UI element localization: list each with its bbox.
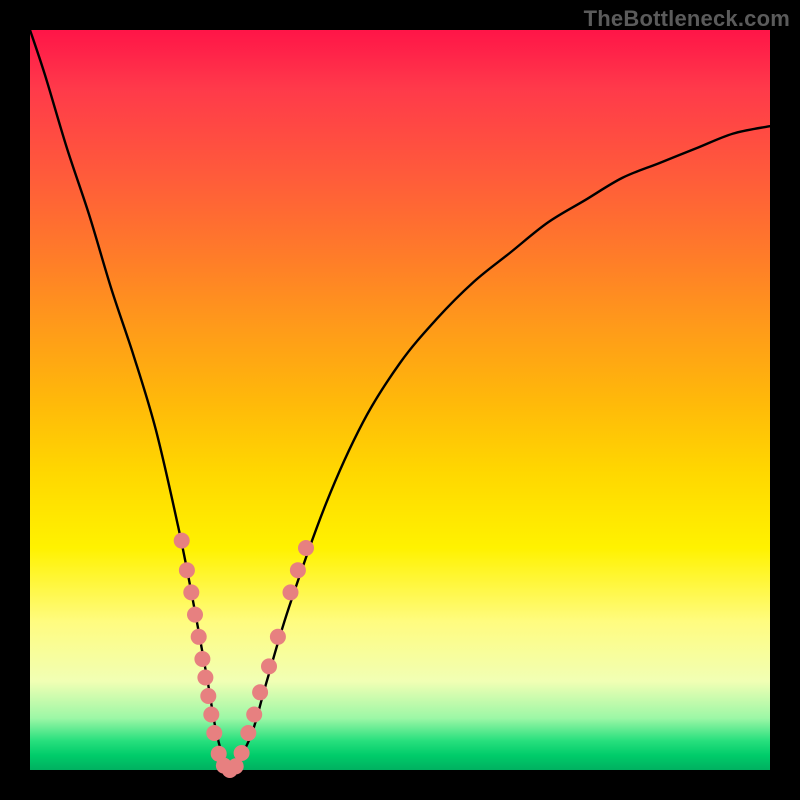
data-marker bbox=[183, 584, 199, 600]
chart-frame: TheBottleneck.com bbox=[0, 0, 800, 800]
data-marker bbox=[203, 707, 219, 723]
data-marker bbox=[206, 725, 222, 741]
data-marker bbox=[283, 584, 299, 600]
data-marker bbox=[240, 725, 256, 741]
data-marker bbox=[194, 651, 210, 667]
data-marker bbox=[179, 562, 195, 578]
curve-svg bbox=[30, 30, 770, 770]
data-marker bbox=[191, 629, 207, 645]
data-marker bbox=[270, 629, 286, 645]
data-marker bbox=[187, 607, 203, 623]
watermark-text: TheBottleneck.com bbox=[584, 6, 790, 32]
data-marker bbox=[290, 562, 306, 578]
plot-area bbox=[30, 30, 770, 770]
data-marker bbox=[174, 533, 190, 549]
data-marker bbox=[200, 688, 216, 704]
data-marker bbox=[298, 540, 314, 556]
data-marker bbox=[246, 707, 262, 723]
markers-group bbox=[174, 533, 314, 778]
bottleneck-curve bbox=[30, 30, 770, 770]
data-marker bbox=[252, 684, 268, 700]
data-marker bbox=[197, 670, 213, 686]
data-marker bbox=[261, 658, 277, 674]
data-marker bbox=[234, 745, 250, 761]
